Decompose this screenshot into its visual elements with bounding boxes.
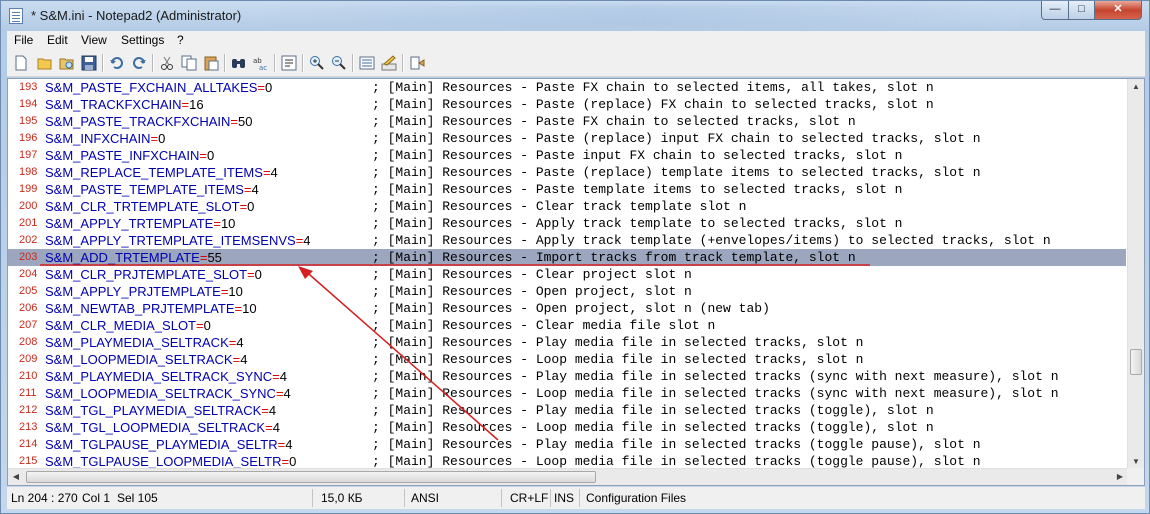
annotation-arrow xyxy=(301,267,499,441)
annotation-overlay xyxy=(40,264,870,441)
annotation-arrowhead xyxy=(298,266,313,279)
